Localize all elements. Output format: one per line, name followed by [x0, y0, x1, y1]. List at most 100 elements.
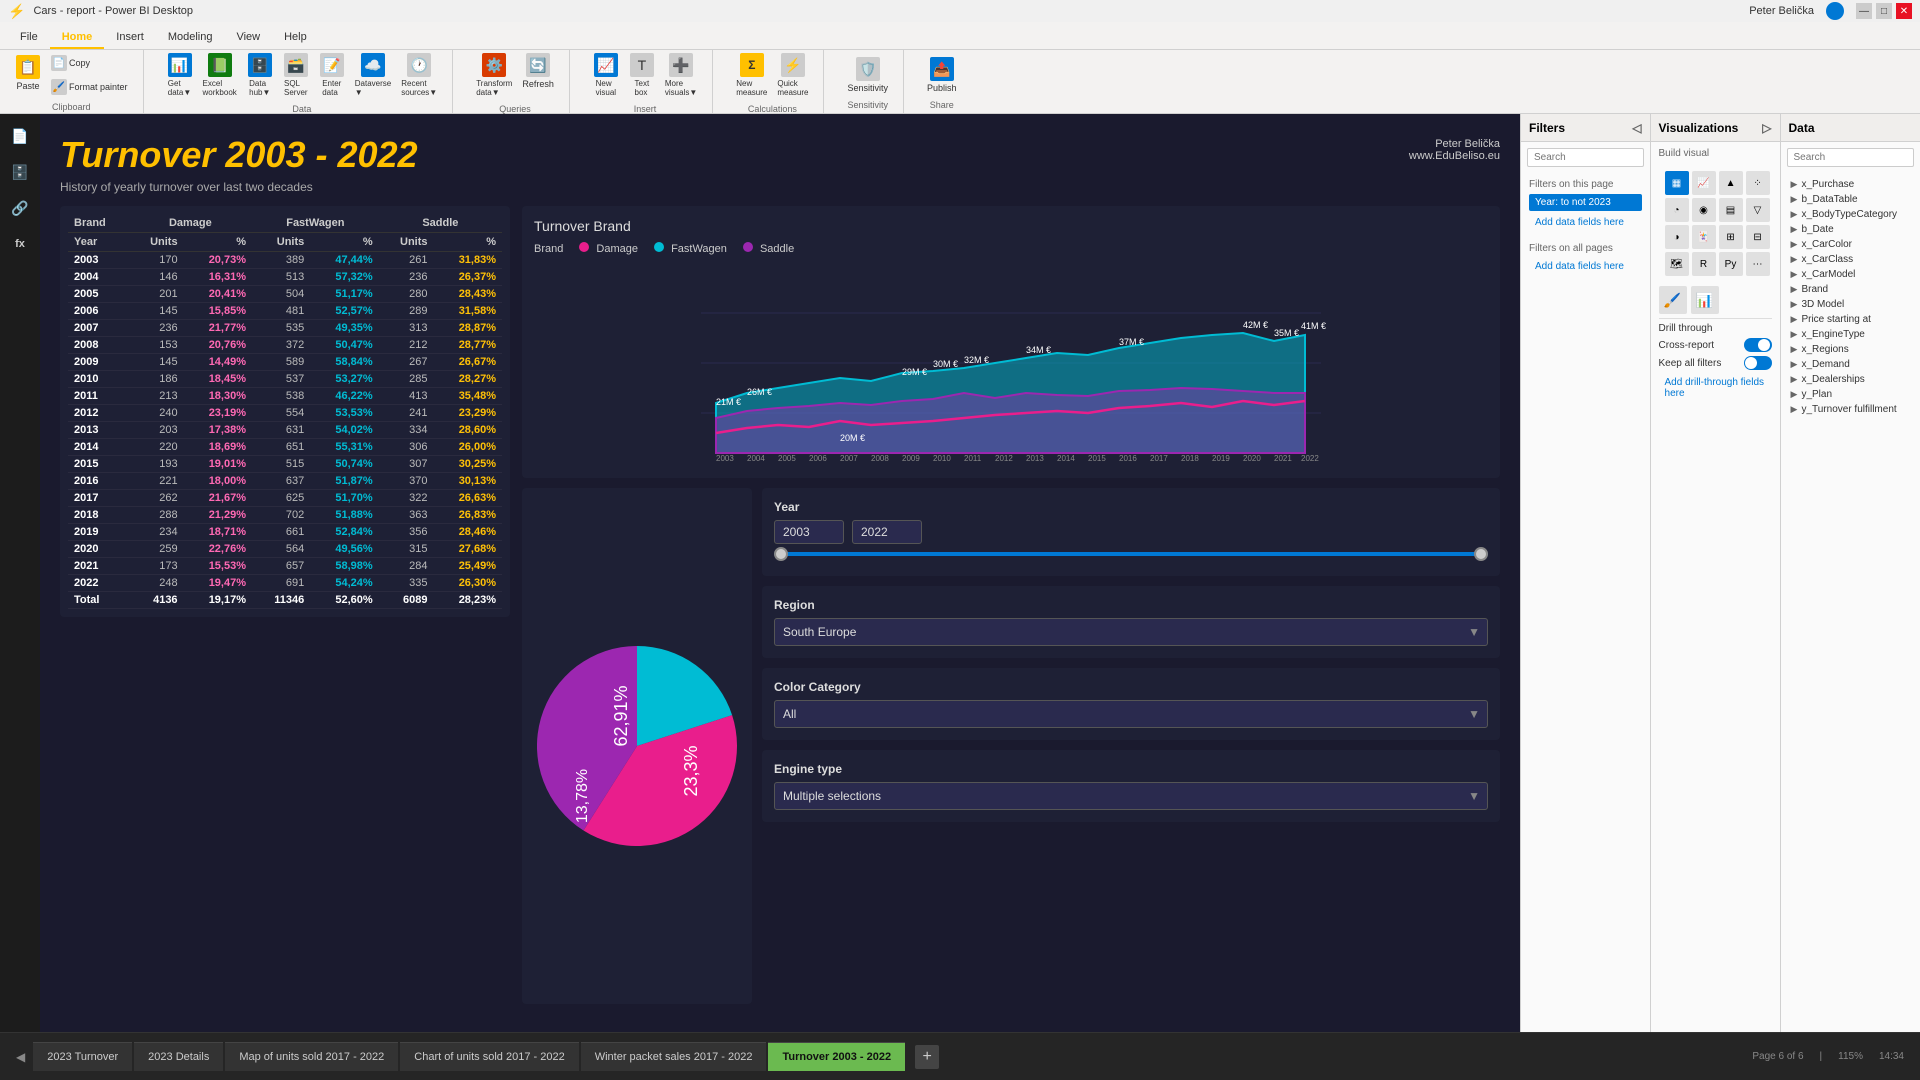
- viz-icon-matrix[interactable]: ⊟: [1746, 225, 1770, 249]
- viz-icon-pie[interactable]: ◔: [1665, 198, 1689, 222]
- tab-file[interactable]: File: [8, 27, 50, 49]
- data-tree-item[interactable]: ▶3D Model: [1785, 297, 1916, 312]
- maximize-button[interactable]: □: [1876, 3, 1892, 19]
- data-tree-item[interactable]: ▶x_CarClass: [1785, 252, 1916, 267]
- tab-home[interactable]: Home: [50, 27, 105, 49]
- cell-9-6: 23,29%: [434, 405, 502, 422]
- quick-measure-button[interactable]: ⚡ Quickmeasure: [774, 50, 811, 100]
- copy-button[interactable]: 📄 Copy: [48, 52, 131, 74]
- year-slider-right-thumb[interactable]: [1474, 547, 1488, 561]
- minimize-button[interactable]: —: [1856, 3, 1872, 19]
- tab-view[interactable]: View: [224, 27, 272, 49]
- viz-icon-map[interactable]: 🗺: [1665, 252, 1689, 276]
- refresh-button[interactable]: 🔄 Refresh: [519, 50, 557, 100]
- status-bar: Page 6 of 6 | 115% 14:34: [1752, 1051, 1904, 1062]
- new-visual-button[interactable]: 📈 Newvisual: [590, 50, 622, 100]
- get-data-label: Getdata▼: [168, 79, 192, 97]
- year-filter-badge[interactable]: Year: to not 2023: [1529, 194, 1642, 211]
- viz-icon-table[interactable]: ⊞: [1719, 225, 1743, 249]
- viz-icon-funnel[interactable]: ▽: [1746, 198, 1770, 222]
- paste-button[interactable]: 📋 Paste: [12, 52, 44, 98]
- data-tree-item[interactable]: ▶b_Date: [1785, 222, 1916, 237]
- get-data-button[interactable]: 📊 Getdata▼: [164, 50, 196, 100]
- keep-filters-toggle[interactable]: [1744, 356, 1772, 370]
- data-tree-item[interactable]: ▶Brand: [1785, 282, 1916, 297]
- new-measure-button[interactable]: Σ Newmeasure: [733, 50, 770, 100]
- enter-data-button[interactable]: 📝 Enterdata: [316, 50, 348, 100]
- bottom-tab-0[interactable]: 2023 Turnover: [33, 1042, 132, 1071]
- transform-button[interactable]: ⚙️ Transformdata▼: [473, 50, 515, 100]
- add-filter-all-pages[interactable]: Add data fields here: [1529, 258, 1642, 275]
- data-hub-button[interactable]: 🗄️ Datahub▼: [244, 50, 276, 100]
- legend-saddle: Saddle: [743, 242, 794, 255]
- viz-icon-area[interactable]: ▲: [1719, 171, 1743, 195]
- excel-button[interactable]: 📗 Excelworkbook: [200, 50, 240, 100]
- data-tree-item[interactable]: ▶x_CarColor: [1785, 237, 1916, 252]
- sidebar-icon-model[interactable]: 🔗: [6, 194, 34, 222]
- sidebar-icon-report[interactable]: 📄: [6, 122, 34, 150]
- data-tree-item[interactable]: ▶x_Dealerships: [1785, 372, 1916, 387]
- text-box-button[interactable]: T Textbox: [626, 50, 658, 100]
- cross-report-toggle[interactable]: [1744, 338, 1772, 352]
- viz-icon-r[interactable]: R: [1692, 252, 1716, 276]
- viz-icon-python[interactable]: Py: [1719, 252, 1743, 276]
- bottom-tab-5[interactable]: Turnover 2003 - 2022: [768, 1042, 905, 1071]
- bottom-tab-4[interactable]: Winter packet sales 2017 - 2022: [581, 1042, 767, 1071]
- turnover-brand-chart: Turnover Brand Brand Damage FastWagen: [522, 206, 1500, 478]
- more-visuals-button[interactable]: ➕ Morevisuals▼: [662, 50, 700, 100]
- publish-button[interactable]: 📤 Publish: [924, 54, 960, 96]
- data-tree-item[interactable]: ▶Price starting at: [1785, 312, 1916, 327]
- viz-panel-icon[interactable]: ▷: [1762, 121, 1771, 135]
- sidebar-icon-dax[interactable]: fx: [6, 230, 34, 258]
- data-tree-item[interactable]: ▶b_DataTable: [1785, 192, 1916, 207]
- bottom-tab-1[interactable]: 2023 Details: [134, 1042, 223, 1071]
- viz-icon-scatter[interactable]: ⁘: [1746, 171, 1770, 195]
- data-tree-item[interactable]: ▶x_EngineType: [1785, 327, 1916, 342]
- data-tree-item[interactable]: ▶y_Turnover fulfillment: [1785, 402, 1916, 417]
- year-slider-left-thumb[interactable]: [774, 547, 788, 561]
- engine-type-select[interactable]: Multiple selections Diesel Petrol Electr…: [774, 782, 1488, 810]
- scroll-left[interactable]: ◀: [16, 1050, 25, 1064]
- data-tree-item[interactable]: ▶x_BodyTypeCategory: [1785, 207, 1916, 222]
- tab-modeling[interactable]: Modeling: [156, 27, 225, 49]
- viz-icon-gauge[interactable]: ◑: [1665, 225, 1689, 249]
- bottom-tab-2[interactable]: Map of units sold 2017 - 2022: [225, 1042, 398, 1071]
- filters-panel-collapse[interactable]: ◁: [1632, 121, 1641, 135]
- data-tree-item[interactable]: ▶x_CarModel: [1785, 267, 1916, 282]
- year-to-input[interactable]: [852, 520, 922, 544]
- analytics-icon[interactable]: 📊: [1691, 286, 1719, 314]
- dataverse-button[interactable]: ☁️ Dataverse▼: [352, 50, 394, 100]
- recent-sources-button[interactable]: 🕐 Recentsources▼: [398, 50, 440, 100]
- color-category-select[interactable]: All Red Blue Green: [774, 700, 1488, 728]
- cell-3-5: 289: [379, 303, 434, 320]
- add-tab-button[interactable]: +: [915, 1045, 939, 1069]
- sensitivity-button[interactable]: 🛡️ Sensitivity: [844, 54, 891, 96]
- viz-icon-bar[interactable]: ▦: [1665, 171, 1689, 195]
- data-tree-item[interactable]: ▶x_Purchase: [1785, 177, 1916, 192]
- tab-help[interactable]: Help: [272, 27, 319, 49]
- format-painter-button[interactable]: 🖌️ Format painter: [48, 76, 131, 98]
- viz-icon-more[interactable]: ⋯: [1746, 252, 1770, 276]
- format-icon[interactable]: 🖌️: [1659, 286, 1687, 314]
- year-from-input[interactable]: [774, 520, 844, 544]
- close-button[interactable]: ✕: [1896, 3, 1912, 19]
- data-tree-item[interactable]: ▶y_Plan: [1785, 387, 1916, 402]
- tab-insert[interactable]: Insert: [104, 27, 156, 49]
- region-select[interactable]: South Europe All North Europe East Europ…: [774, 618, 1488, 646]
- filters-search-input[interactable]: [1527, 148, 1644, 167]
- cell-6-5: 267: [379, 354, 434, 371]
- viz-icon-donut[interactable]: ◉: [1692, 198, 1716, 222]
- viz-icon-treemap[interactable]: ▤: [1719, 198, 1743, 222]
- bottom-tab-3[interactable]: Chart of units sold 2017 - 2022: [400, 1042, 578, 1071]
- sql-button[interactable]: 🗃️ SQLServer: [280, 50, 312, 100]
- add-drill-fields[interactable]: Add drill-through fields here: [1659, 374, 1772, 402]
- data-tree-item[interactable]: ▶x_Demand: [1785, 357, 1916, 372]
- data-search-input[interactable]: [1787, 148, 1914, 167]
- sidebar-icon-data[interactable]: 🗄️: [6, 158, 34, 186]
- data-tree-item[interactable]: ▶x_Regions: [1785, 342, 1916, 357]
- add-filter-on-page[interactable]: Add data fields here: [1529, 214, 1642, 231]
- window-controls[interactable]: — □ ✕: [1856, 3, 1912, 19]
- table-row: 201320317,38%63154,02%33428,60%: [68, 422, 502, 439]
- viz-icon-line[interactable]: 📈: [1692, 171, 1716, 195]
- viz-icon-card[interactable]: 🃏: [1692, 225, 1716, 249]
